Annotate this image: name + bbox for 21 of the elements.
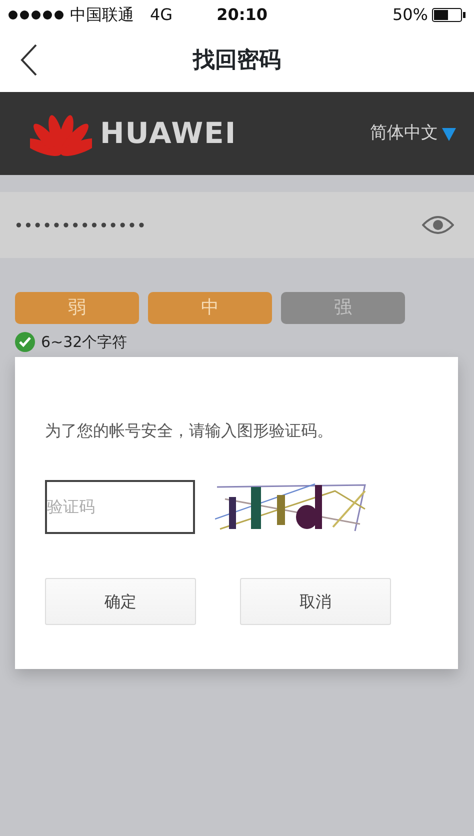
hint-text: 6~32个字符 bbox=[41, 332, 128, 352]
status-time: 20:10 bbox=[216, 4, 268, 26]
back-button[interactable] bbox=[20, 44, 38, 76]
captcha-field[interactable]: 验证码 bbox=[45, 480, 195, 534]
strength-bar: 强 bbox=[281, 292, 405, 324]
confirm-button[interactable]: 确定 bbox=[45, 578, 196, 625]
cancel-button[interactable]: 取消 bbox=[240, 578, 391, 625]
signal-icon bbox=[8, 10, 66, 20]
battery-percent: 50% bbox=[392, 4, 428, 26]
carrier-name: 中国联通 bbox=[70, 4, 134, 26]
battery-icon bbox=[432, 8, 466, 22]
dialog-message: 为了您的帐号安全，请输入图形验证码。 bbox=[45, 420, 334, 442]
brand-name: HUAWEI bbox=[100, 114, 237, 152]
strength-bar: 中 bbox=[148, 292, 272, 324]
dropdown-triangle-icon bbox=[442, 126, 456, 140]
eye-icon[interactable] bbox=[422, 215, 454, 235]
strength-bar: 弱 bbox=[15, 292, 139, 324]
password-field[interactable]: •••••••••••••• bbox=[0, 192, 474, 258]
language-selector[interactable]: 简体中文 bbox=[370, 120, 456, 146]
page-title: 找回密码 bbox=[193, 48, 281, 74]
network-type: 4G bbox=[150, 4, 173, 26]
